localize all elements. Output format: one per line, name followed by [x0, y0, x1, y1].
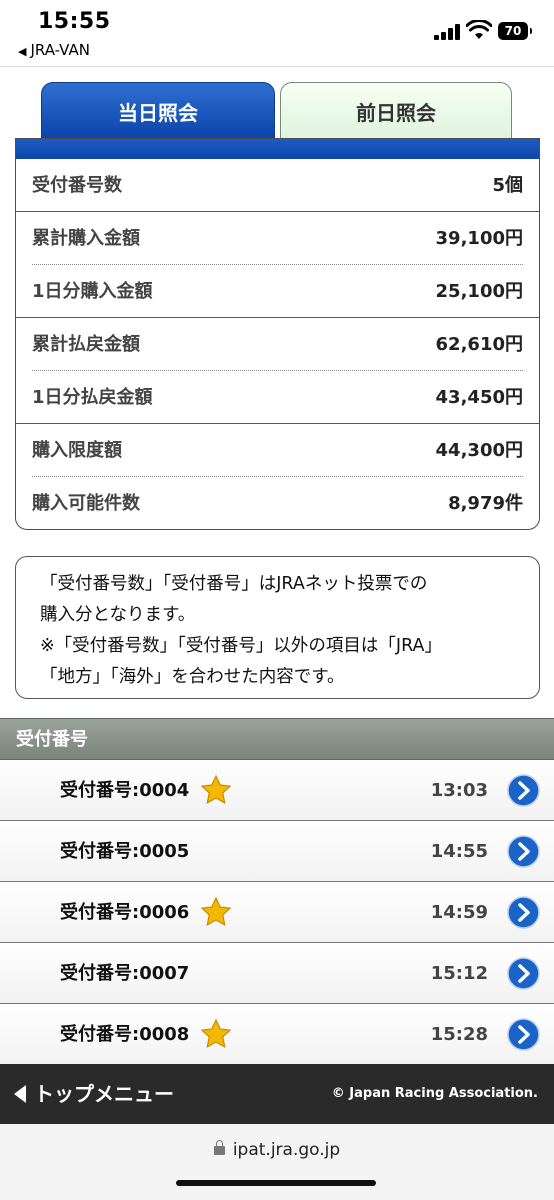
- summary-label: 累計購入金額: [32, 228, 140, 249]
- tab-today-inquiry[interactable]: 当日照会: [41, 82, 275, 142]
- browser-url-bar[interactable]: ipat.jra.go.jp: [0, 1124, 554, 1200]
- summary-row-cumulative-purchase: 累計購入金額 39,100円: [32, 212, 523, 265]
- top-menu-label: トップメニュー: [34, 1082, 174, 1106]
- star-icon: [200, 896, 232, 926]
- footer-bar: トップメニュー © Japan Racing Association.: [0, 1064, 554, 1124]
- notice-line: 「地方」「海外」を合わせた内容です。: [40, 667, 345, 687]
- summary-value: 39,100円: [435, 228, 523, 249]
- copyright-text: © Japan Racing Association.: [331, 1086, 538, 1101]
- chevron-right-icon[interactable]: [507, 774, 540, 807]
- receipt-label: 受付番号:0005: [60, 841, 190, 862]
- battery-icon: 70: [498, 22, 532, 40]
- inquiry-tabs: 当日照会 前日照会: [15, 82, 540, 142]
- summary-label: 購入限度額: [32, 440, 122, 461]
- wifi-icon: [466, 20, 492, 39]
- summary-panel: 受付番号数 5個 累計購入金額 39,100円 1日分購入金額 25,100円 …: [15, 138, 540, 530]
- lock-icon: [213, 1140, 225, 1155]
- status-divider: [0, 66, 554, 67]
- chevron-right-icon[interactable]: [507, 1018, 540, 1051]
- summary-value: 43,450円: [435, 387, 523, 408]
- summary-label: 1日分購入金額: [32, 281, 153, 302]
- receipt-time: 15:28: [430, 1024, 488, 1045]
- chevron-right-icon[interactable]: [507, 957, 540, 990]
- back-triangle-icon: ◀: [18, 45, 27, 58]
- summary-label: 受付番号数: [32, 175, 122, 196]
- summary-value: 25,100円: [435, 281, 523, 302]
- summary-label: 累計払戻金額: [32, 334, 140, 355]
- notice-line: 「受付番号数」「受付番号」はJRAネット投票での: [40, 574, 428, 594]
- receipt-row-0004[interactable]: 受付番号:0004 13:03: [0, 760, 554, 821]
- status-bar: 15:55 ◀ JRA-VAN 70: [0, 0, 554, 66]
- receipt-time: 14:59: [430, 902, 488, 923]
- receipt-time: 15:12: [430, 963, 488, 984]
- back-triangle-icon: [14, 1085, 26, 1103]
- back-app-label: JRA-VAN: [30, 41, 90, 59]
- summary-header-band: [16, 139, 539, 159]
- summary-value: 5個: [492, 175, 523, 196]
- tab-previous-day-inquiry[interactable]: 前日照会: [280, 82, 512, 142]
- summary-row-purchasable-count: 購入可能件数 8,979件: [16, 477, 539, 529]
- url-display[interactable]: ipat.jra.go.jp: [0, 1140, 554, 1160]
- receipt-label: 受付番号:0006: [60, 902, 190, 923]
- notice-line: 購入分となります。: [40, 605, 196, 625]
- status-time: 15:55: [38, 9, 111, 34]
- receipt-row-0006[interactable]: 受付番号:0006 14:59: [0, 882, 554, 943]
- summary-label: 購入可能件数: [32, 493, 140, 514]
- receipt-list: 受付番号:0004 13:03 受付番号:0005 14:55 受付番号:000…: [0, 760, 554, 1065]
- receipts-section-header: 受付番号: [0, 718, 554, 760]
- home-indicator[interactable]: [176, 1180, 376, 1186]
- receipt-label: 受付番号:0007: [60, 963, 190, 984]
- receipt-label: 受付番号:0004: [60, 780, 190, 801]
- receipt-row-0008[interactable]: 受付番号:0008 15:28: [0, 1004, 554, 1065]
- chevron-right-icon[interactable]: [507, 896, 540, 929]
- top-menu-link[interactable]: トップメニュー: [14, 1064, 174, 1124]
- chevron-right-icon[interactable]: [507, 835, 540, 868]
- receipt-row-0005[interactable]: 受付番号:0005 14:55: [0, 821, 554, 882]
- star-icon: [200, 1018, 232, 1048]
- url-text: ipat.jra.go.jp: [232, 1140, 341, 1160]
- receipt-label: 受付番号:0008: [60, 1024, 190, 1045]
- star-icon: [200, 774, 232, 804]
- summary-row-daily-purchase: 1日分購入金額 25,100円: [16, 265, 539, 318]
- summary-value: 8,979件: [448, 493, 523, 514]
- summary-row-purchase-limit: 購入限度額 44,300円: [32, 424, 523, 477]
- back-to-app-link[interactable]: ◀ JRA-VAN: [18, 41, 90, 59]
- receipt-time: 14:55: [430, 841, 488, 862]
- summary-value: 44,300円: [435, 440, 523, 461]
- summary-row-daily-payout: 1日分払戻金額 43,450円: [16, 371, 539, 424]
- receipt-time: 13:03: [430, 780, 488, 801]
- cellular-signal-icon: [434, 24, 460, 40]
- summary-row-cumulative-payout: 累計払戻金額 62,610円: [32, 318, 523, 371]
- summary-label: 1日分払戻金額: [32, 387, 153, 408]
- notice-line: ※「受付番号数」「受付番号」以外の項目は「JRA」: [40, 636, 442, 656]
- summary-value: 62,610円: [435, 334, 523, 355]
- summary-row-receipt-count: 受付番号数 5個: [16, 159, 539, 212]
- notice-box: 「受付番号数」「受付番号」はJRAネット投票での 購入分となります。 ※「受付番…: [15, 556, 540, 699]
- receipt-row-0007[interactable]: 受付番号:0007 15:12: [0, 943, 554, 1004]
